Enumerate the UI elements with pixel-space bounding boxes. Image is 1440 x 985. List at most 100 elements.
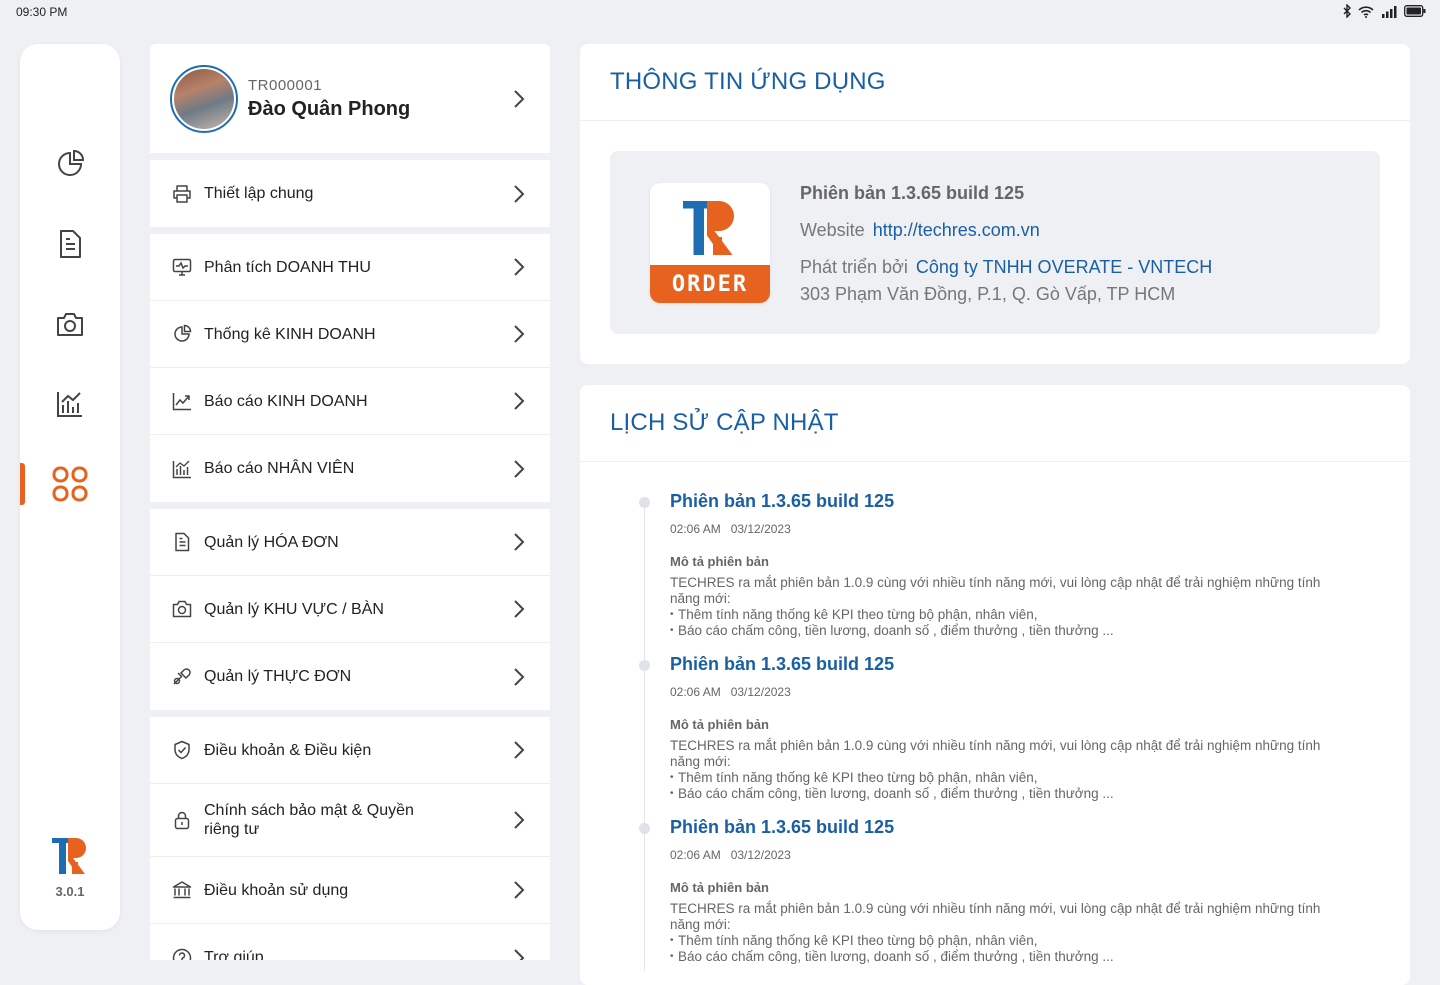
chevron-right-icon [514,741,525,759]
document-icon [60,230,81,258]
menu-item-invoice-management[interactable]: Quản lý HÓA ĐƠN [150,509,550,576]
app-info-card: THÔNG TIN ỨNG DỤNG ORDER Phiên bản 1.3.6… [580,44,1410,364]
app-info-title: THÔNG TIN ỨNG DỤNG [580,44,1410,121]
profile-card[interactable]: TR000001 Đào Quân Phong [150,44,550,153]
app-version: 3.0.1 [55,884,85,899]
wifi-icon [1358,5,1374,18]
menu-item-terms-of-use[interactable]: Điều khoản sử dụng [150,857,550,924]
menu-item-revenue-analysis[interactable]: Phân tích DOANH THU [150,234,550,301]
profile-code: TR000001 [248,76,323,94]
update-history-card: LỊCH SỬ CẬP NHẬT Phiên bản 1.3.65 build … [580,385,1410,985]
menu-item-staff-report[interactable]: Báo cáo NHÂN VIÊN [150,435,550,502]
trend-line-icon [172,393,191,411]
entry-desc: TECHRES ra mắt phiên bản 1.0.9 cùng với … [670,738,1321,769]
chevron-right-icon [514,600,525,618]
app-info-box: ORDER Phiên bản 1.3.65 build 125 Website… [610,151,1380,334]
menu-item-label: Phân tích DOANH THU [204,258,371,276]
menu-item-label: Quản lý KHU VỰC / BÀN [204,600,384,618]
techres-logo-icon [683,201,734,255]
techres-logo-icon [52,838,86,874]
menu-group-management: Quản lý HÓA ĐƠN Quản lý KHU VỰC / BÀN Qu… [150,509,550,710]
rail-item-apps[interactable] [20,458,120,510]
rail-item-dashboard[interactable] [20,138,120,190]
menu-item-terms-conditions[interactable]: Điều khoản & Điều kiện [150,717,550,784]
chevron-right-icon [514,667,525,686]
chevron-right-icon [514,811,525,829]
menu-item-label: Báo cáo KINH DOANH [204,392,368,410]
entry-desc-label: Mô tả phiên bản [670,717,769,732]
entry-title: Phiên bản 1.3.65 build 125 [670,491,895,511]
rail-item-reports[interactable] [20,378,120,430]
pie-chart-icon [58,149,85,176]
entry-desc: TECHRES ra mắt phiên bản 1.0.9 cùng với … [670,901,1321,932]
rail-item-areas[interactable] [20,298,120,350]
invoice-icon [175,532,190,552]
menu-item-label: Điều khoản sử dụng [204,881,349,899]
lock-icon [174,811,190,830]
chevron-right-icon [514,89,525,108]
entry-desc-label: Mô tả phiên bản [670,880,769,895]
app-logo-label: ORDER [650,265,770,303]
website-label: Website [800,220,865,240]
timeline-dot [639,497,650,508]
food-icon [173,667,191,685]
menu-item-business-stats[interactable]: Thống kê KINH DOANH [150,301,550,368]
menu-item-label: Báo cáo NHÂN VIÊN [204,460,355,477]
entry-desc: TECHRES ra mắt phiên bản 1.0.9 cùng với … [670,575,1321,606]
website-link[interactable]: http://techres.com.vn [873,220,1040,240]
camera-icon [57,313,83,336]
rail-item-documents[interactable] [20,218,120,270]
menu-item-label: Điều khoản & Điều kiện [204,741,372,759]
entry-title: Phiên bản 1.3.65 build 125 [670,817,895,837]
menu-item-label: Trợ giúp [204,949,264,960]
developer-address: 303 Phạm Văn Đồng, P.1, Q. Gò Vấp, TP HC… [800,284,1176,304]
chevron-right-icon [514,881,525,899]
app-logo: ORDER [650,183,770,303]
menu-item-business-report[interactable]: Báo cáo KINH DOANH [150,368,550,435]
status-time: 09:30 PM [16,5,68,19]
monitor-chart-icon [172,258,192,276]
menu-item-label: Quản lý HÓA ĐƠN [204,533,339,551]
status-bar: 09:30 PM [0,0,1440,26]
menu-item-help[interactable]: Trợ giúp [150,924,550,960]
entry-time: 02:06 AM [670,848,721,862]
timeline-dot [639,660,650,671]
chevron-right-icon [514,258,525,276]
menu-item-privacy-policy[interactable]: Chính sách bảo mật & Quyền riêng tư [150,784,550,857]
developer-label: Phát triển bởi [800,257,908,277]
system-icons [1342,4,1426,18]
chevron-right-icon [514,325,525,343]
side-rail: 3.0.1 [20,44,120,930]
menu-group-general: Thiết lập chung [150,160,550,227]
entry-bullet: Báo cáo chấm công, tiền lương, doanh số … [670,949,1364,965]
chevron-right-icon [514,184,525,203]
chevron-right-icon [514,948,525,960]
bar-chart-icon [172,460,191,478]
bank-icon [172,881,192,899]
shield-check-icon [174,740,190,760]
menu-item-label: Quản lý THỰC ĐƠN [204,668,352,685]
update-timeline: Phiên bản 1.3.65 build 125 02:06 AM 03/12… [639,491,1364,980]
menu-item-menu-management[interactable]: Quản lý THỰC ĐƠN [150,643,550,710]
bluetooth-icon [1343,4,1351,18]
pie-chart-icon [174,324,192,342]
avatar-photo [174,68,234,129]
entry-time: 02:06 AM [670,522,721,536]
entry-bullet: Thêm tính năng thống kê KPI theo từng bộ… [670,770,1364,786]
app-version-text: Phiên bản 1.3.65 build 125 [800,183,1025,203]
timeline-entry: Phiên bản 1.3.65 build 125 02:06 AM 03/12… [639,817,1364,980]
printer-icon [173,184,191,203]
profile-name: Đào Quân Phong [248,97,411,120]
bar-chart-icon [57,392,82,417]
menu-item-general-settings[interactable]: Thiết lập chung [150,160,550,227]
entry-bullet: Báo cáo chấm công, tiền lương, doanh số … [670,786,1364,802]
timeline-dot [639,823,650,834]
menu-item-label: Chính sách bảo mật & Quyền riêng tư [204,802,414,838]
entry-desc-label: Mô tả phiên bản [670,554,769,569]
timeline-entry: Phiên bản 1.3.65 build 125 02:06 AM 03/12… [639,491,1364,654]
menu-item-area-table-management[interactable]: Quản lý KHU VỰC / BÀN [150,576,550,643]
camera-icon [172,600,192,618]
chevron-right-icon [514,459,525,478]
timeline-entry: Phiên bản 1.3.65 build 125 02:06 AM 03/12… [639,654,1364,817]
entry-bullet: Thêm tính năng thống kê KPI theo từng bộ… [670,607,1364,623]
